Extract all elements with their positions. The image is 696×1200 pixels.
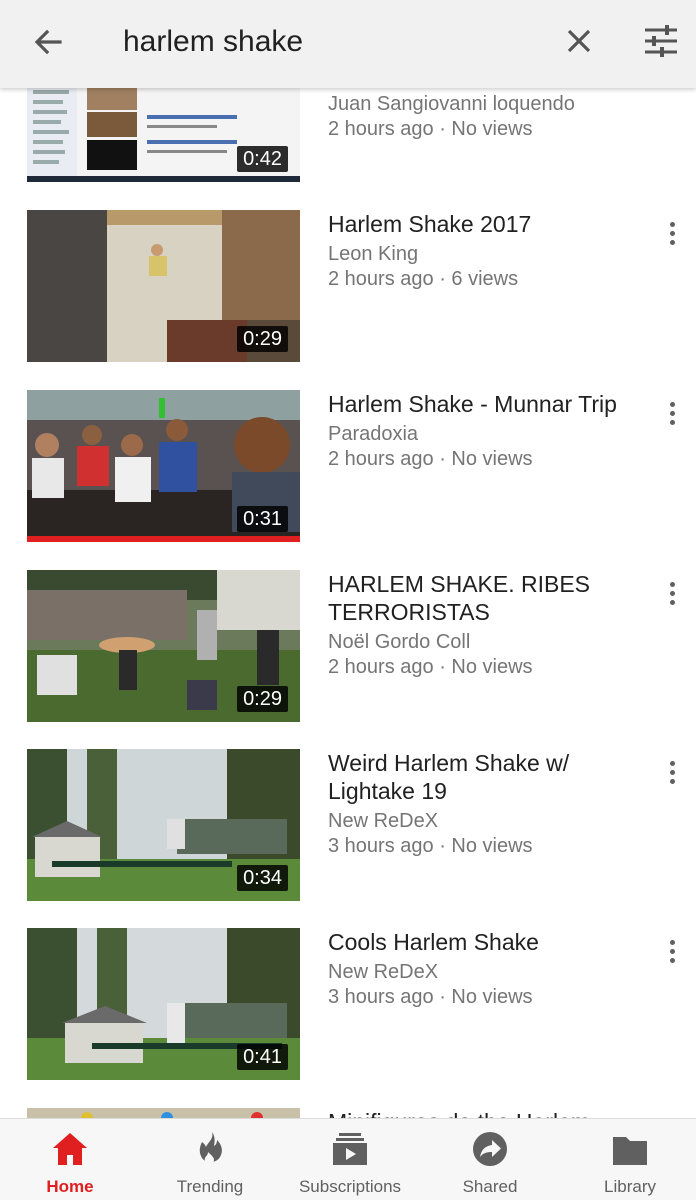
- video-thumbnail[interactable]: 0:41: [27, 928, 300, 1080]
- channel-name: Paradoxia: [328, 423, 419, 445]
- video-stats: 2 hours ago · No views: [328, 656, 533, 678]
- subscriptions-icon: [333, 1133, 367, 1165]
- video-thumbnail[interactable]: 0:29: [27, 570, 300, 722]
- arrow-back-icon[interactable]: [28, 22, 68, 62]
- channel-name: Leon King: [328, 243, 419, 265]
- watch-progress-bar: [27, 536, 300, 542]
- video-title: Weird Harlem Shake w/ Lightake 19: [328, 750, 570, 804]
- close-icon[interactable]: [560, 22, 598, 60]
- list-item[interactable]: Minifigures do the Harlem: [0, 1108, 696, 1118]
- nav-label: Home: [46, 1177, 94, 1196]
- video-thumbnail[interactable]: 0:34: [27, 749, 300, 901]
- nav-label: Shared: [462, 1177, 518, 1196]
- nav-library[interactable]: Library: [560, 1119, 696, 1200]
- channel-name: Noël Gordo Coll: [328, 631, 471, 653]
- video-stats: 2 hours ago · 6 views: [328, 268, 519, 290]
- list-item[interactable]: 0:31 Harlem Shake - Munnar Trip Paradoxi…: [0, 390, 696, 542]
- nav-trending[interactable]: Trending: [140, 1119, 280, 1200]
- more-options-icon[interactable]: [660, 582, 684, 610]
- video-meta[interactable]: Harlem Shake - Munnar Trip Paradoxia 2 h…: [328, 390, 638, 472]
- search-results-list[interactable]: 0:42 Juan Sangiovanni loquendo 2 hours a…: [0, 0, 696, 1118]
- list-item[interactable]: 0:41 Cools Harlem Shake New ReDeX 3 hour…: [0, 928, 696, 1080]
- video-meta[interactable]: HARLEM SHAKE. RIBES TERRORISTAS Noël Gor…: [328, 570, 638, 680]
- nav-label: Library: [604, 1177, 656, 1196]
- more-options-icon[interactable]: [660, 761, 684, 789]
- video-stats: 3 hours ago · No views: [328, 986, 533, 1008]
- bottom-navigation: Home Trending Subscriptions Shared Libra…: [0, 1118, 696, 1200]
- search-header: harlem shake: [0, 0, 696, 88]
- filter-sliders-icon[interactable]: [640, 20, 682, 62]
- home-icon: [53, 1133, 87, 1165]
- nav-shared[interactable]: Shared: [420, 1119, 560, 1200]
- channel-name: New ReDeX: [328, 961, 439, 983]
- folder-icon: [613, 1137, 647, 1165]
- video-title: Harlem Shake - Munnar Trip: [328, 391, 617, 417]
- video-duration: 0:31: [237, 506, 288, 532]
- video-title: Cools Harlem Shake: [328, 929, 539, 955]
- list-item[interactable]: 0:29 HARLEM SHAKE. RIBES TERRORISTAS Noë…: [0, 570, 696, 722]
- flame-icon: [199, 1132, 222, 1164]
- video-thumbnail[interactable]: [27, 1108, 300, 1118]
- channel-name: Juan Sangiovanni loquendo: [328, 93, 575, 115]
- share-arrow-icon: [473, 1132, 507, 1166]
- video-duration: 0:34: [237, 865, 288, 891]
- video-stats: 2 hours ago · No views: [328, 448, 533, 470]
- video-duration: 0:29: [237, 326, 288, 352]
- thumbnail-image: [27, 1108, 300, 1118]
- more-options-icon[interactable]: [660, 940, 684, 968]
- nav-label: Trending: [176, 1177, 244, 1196]
- nav-subscriptions[interactable]: Subscriptions: [280, 1119, 420, 1200]
- video-thumbnail[interactable]: 0:29: [27, 210, 300, 362]
- nav-label: Subscriptions: [298, 1177, 402, 1196]
- search-query-input[interactable]: harlem shake: [123, 22, 303, 62]
- more-options-icon[interactable]: [660, 222, 684, 250]
- video-duration: 0:29: [237, 686, 288, 712]
- video-stats: 3 hours ago · No views: [328, 835, 533, 857]
- video-title: HARLEM SHAKE. RIBES TERRORISTAS: [328, 571, 591, 625]
- list-item[interactable]: 0:29 Harlem Shake 2017 Leon King 2 hours…: [0, 210, 696, 362]
- list-item[interactable]: 0:34 Weird Harlem Shake w/ Lightake 19 N…: [0, 749, 696, 901]
- channel-name: New ReDeX: [328, 810, 439, 832]
- video-stats: 2 hours ago · No views: [328, 118, 533, 140]
- more-options-icon[interactable]: [660, 402, 684, 430]
- video-meta[interactable]: Harlem Shake 2017 Leon King 2 hours ago …: [328, 210, 638, 292]
- video-title: Minifigures do the Harlem: [328, 1108, 638, 1118]
- video-meta[interactable]: Weird Harlem Shake w/ Lightake 19 New Re…: [328, 749, 638, 859]
- nav-home[interactable]: Home: [0, 1119, 140, 1200]
- video-meta[interactable]: Minifigures do the Harlem: [328, 1108, 638, 1118]
- video-duration: 0:42: [237, 146, 288, 172]
- video-meta[interactable]: Cools Harlem Shake New ReDeX 3 hours ago…: [328, 928, 638, 1010]
- video-title: Harlem Shake 2017: [328, 211, 532, 237]
- video-thumbnail[interactable]: 0:31: [27, 390, 300, 542]
- video-duration: 0:41: [237, 1044, 288, 1070]
